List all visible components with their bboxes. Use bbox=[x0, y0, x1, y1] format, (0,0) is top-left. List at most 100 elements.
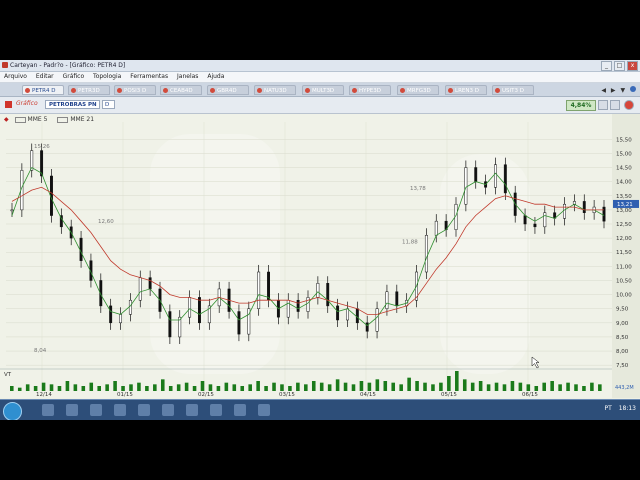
tab-lren3[interactable]: LREN3 D bbox=[445, 85, 487, 95]
tab-usit3[interactable]: USIT3 D bbox=[492, 85, 534, 95]
tab-next-icon[interactable]: ▶ bbox=[611, 87, 616, 94]
period-selector[interactable]: D bbox=[102, 100, 115, 109]
taskbar-app-icon[interactable] bbox=[234, 404, 246, 416]
menu-topologia[interactable]: Topologia bbox=[93, 73, 121, 80]
x-tick-label: 12/14 bbox=[36, 392, 52, 398]
volume-bar bbox=[264, 386, 268, 391]
volume-bar bbox=[10, 386, 14, 391]
chart-toolbar: Gráfico PETROBRAS PN D 4,84% bbox=[0, 97, 640, 114]
candle-body bbox=[464, 167, 468, 205]
menu-grafico[interactable]: Gráfico bbox=[63, 73, 85, 80]
maximize-button[interactable]: □ bbox=[614, 61, 625, 71]
y-tick-label: 10,50 bbox=[616, 278, 632, 284]
volume-bar bbox=[502, 384, 507, 391]
current-price-label: 13,21 bbox=[617, 202, 633, 208]
tab-icon bbox=[257, 88, 262, 93]
volume-bar bbox=[566, 382, 570, 391]
help-icon[interactable] bbox=[630, 86, 636, 92]
tab-label: CEAB4D bbox=[170, 88, 193, 94]
menu-ferramentas[interactable]: Ferramentas bbox=[130, 73, 168, 80]
candle-body bbox=[375, 308, 379, 332]
close-button[interactable]: x bbox=[627, 61, 638, 71]
volume-bar bbox=[455, 371, 459, 391]
candle-body bbox=[119, 314, 122, 324]
volume-bar bbox=[486, 384, 491, 391]
minimize-button[interactable]: _ bbox=[601, 61, 612, 71]
tab-natu3[interactable]: NATU3D bbox=[254, 85, 296, 95]
tab-mrfg3[interactable]: MRFG3D bbox=[397, 85, 439, 95]
candle-body bbox=[365, 322, 369, 332]
stop-icon[interactable] bbox=[5, 101, 12, 108]
candle-body bbox=[148, 277, 152, 290]
volume-value: 443,2M bbox=[615, 385, 634, 391]
candle-body bbox=[257, 271, 261, 309]
volume-bar bbox=[224, 382, 229, 391]
language-indicator[interactable]: PT bbox=[604, 405, 611, 412]
clock[interactable]: 18:13 bbox=[619, 405, 636, 412]
y-tick-label: 11,00 bbox=[616, 264, 632, 270]
tab-posi3[interactable]: POSI3 D bbox=[114, 85, 156, 95]
taskbar-app-icon[interactable] bbox=[162, 404, 174, 416]
y-tick-label: 9,50 bbox=[616, 307, 629, 313]
layout-icon[interactable] bbox=[610, 100, 620, 110]
volume-bar bbox=[208, 384, 213, 391]
tab-gbr4[interactable]: GBR4D bbox=[207, 85, 249, 95]
tab-hype3[interactable]: HYPE3D bbox=[349, 85, 391, 95]
volume-bar bbox=[25, 384, 30, 391]
settings-icon[interactable] bbox=[598, 100, 608, 110]
tab-icon bbox=[71, 88, 76, 93]
volume-bar bbox=[526, 384, 531, 391]
menu-arquivo[interactable]: Arquivo bbox=[4, 73, 27, 80]
taskbar-app-icon[interactable] bbox=[90, 404, 102, 416]
tab-mult3[interactable]: MULT3D bbox=[302, 85, 344, 95]
volume-bar bbox=[153, 384, 157, 391]
taskbar-app-icon[interactable] bbox=[66, 404, 78, 416]
desktop-screen: Carteyan - Padr?o - [Gráfico: PETR4 D] _… bbox=[0, 60, 640, 420]
volume-bar bbox=[33, 386, 38, 391]
volume-bar bbox=[232, 384, 237, 391]
start-button[interactable] bbox=[3, 402, 22, 420]
chart-area[interactable]: ◆ MME 5 MME 21 15,50 15,00 14,50 14,00 13,50… bbox=[0, 114, 640, 398]
y-tick-label: 12,50 bbox=[616, 222, 632, 228]
volume-bar bbox=[168, 386, 173, 391]
tab-ceab4[interactable]: CEAB4D bbox=[160, 85, 202, 95]
taskbar-app-icon[interactable] bbox=[258, 404, 270, 416]
taskbar-app-icon[interactable] bbox=[42, 404, 54, 416]
tab-label: LREN3 D bbox=[455, 88, 479, 94]
taskbar-app-icon[interactable] bbox=[210, 404, 222, 416]
symbol-selector[interactable]: PETROBRAS PN bbox=[45, 100, 100, 109]
tab-petr4[interactable]: PETR4 D bbox=[22, 85, 64, 95]
volume-bar bbox=[399, 384, 403, 391]
price-chart[interactable]: 15,50 15,00 14,50 14,00 13,50 13,00 12,50 12,00… bbox=[0, 114, 640, 398]
window-titlebar[interactable]: Carteyan - Padr?o - [Gráfico: PETR4 D] _… bbox=[0, 60, 640, 72]
menu-ajuda[interactable]: Ajuda bbox=[207, 73, 224, 80]
volume-bar bbox=[391, 382, 396, 391]
volume-bar bbox=[184, 382, 189, 391]
tab-list-icon[interactable]: ▼ bbox=[620, 87, 625, 94]
x-tick-label: 02/15 bbox=[198, 392, 214, 398]
volume-bar bbox=[192, 386, 197, 391]
tab-icon bbox=[352, 88, 357, 93]
taskbar-app-icon[interactable] bbox=[114, 404, 126, 416]
volume-bar bbox=[145, 386, 149, 391]
volume-bar bbox=[431, 384, 435, 391]
taskbar-app-icon[interactable] bbox=[138, 404, 150, 416]
taskbar-app-icon[interactable] bbox=[186, 404, 198, 416]
tab-petr3[interactable]: PETR3D bbox=[68, 85, 110, 95]
volume-bar bbox=[81, 386, 86, 391]
volume-bar bbox=[311, 381, 316, 391]
volume-bar bbox=[327, 384, 332, 391]
tab-prev-icon[interactable]: ◀ bbox=[601, 87, 606, 94]
volume-bar bbox=[574, 384, 578, 391]
system-tray: PT 18:13 bbox=[599, 405, 636, 412]
volume-bar bbox=[407, 377, 411, 391]
candle-body bbox=[128, 299, 132, 315]
price-annotation: 12,60 bbox=[98, 219, 114, 225]
volume-label: VT bbox=[4, 372, 12, 378]
menu-janelas[interactable]: Janelas bbox=[177, 73, 198, 80]
alert-icon[interactable] bbox=[624, 100, 634, 110]
y-tick-label: 13,50 bbox=[616, 194, 632, 200]
volume-bar bbox=[288, 386, 292, 391]
menu-editar[interactable]: Editar bbox=[36, 73, 54, 80]
x-tick-label: 05/15 bbox=[441, 392, 457, 398]
